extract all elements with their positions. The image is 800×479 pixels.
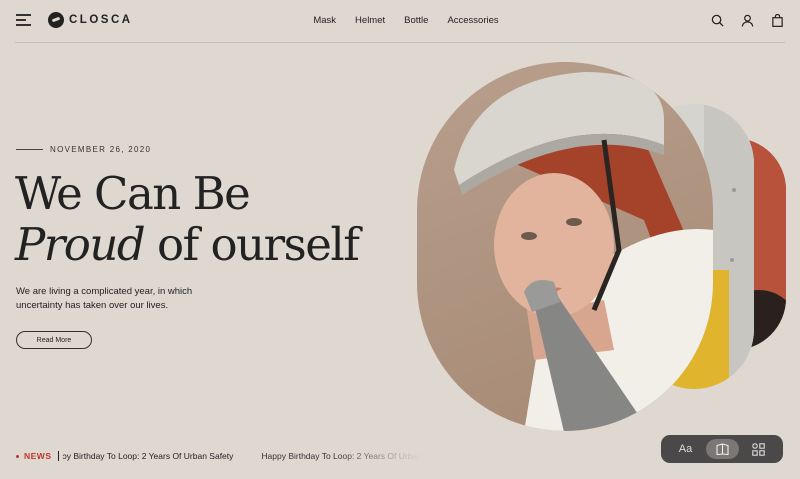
text-view-button[interactable]: Aa xyxy=(669,439,702,459)
hero-image[interactable] xyxy=(414,60,800,432)
headline: We Can Be Proud of ourself xyxy=(15,167,360,271)
book-view-button[interactable] xyxy=(705,439,739,459)
hero-description: We are living a complicated year, in whi… xyxy=(16,286,193,311)
text-size-icon: Aa xyxy=(678,443,693,455)
news-dot-icon xyxy=(16,454,19,458)
headline-line-1: We Can Be xyxy=(15,167,251,220)
search-icon[interactable] xyxy=(711,14,724,27)
nav-accessories[interactable]: Accessories xyxy=(447,15,498,26)
bag-icon[interactable] xyxy=(771,14,784,27)
nav-mask[interactable]: Mask xyxy=(313,15,336,26)
header: CLOSCA Mask Helmet Bottle Accessories xyxy=(0,0,800,43)
user-icon[interactable] xyxy=(741,14,754,27)
headline-rest: of ourself xyxy=(144,218,360,271)
grid-view-button[interactable] xyxy=(742,439,775,459)
nav-helmet[interactable]: Helmet xyxy=(355,15,385,26)
post-date: NOVEMBER 26, 2020 xyxy=(50,145,152,154)
date-divider xyxy=(16,149,43,150)
news-label: NEWS xyxy=(24,451,52,461)
grid-icon xyxy=(752,442,765,456)
read-more-button[interactable]: Read More xyxy=(16,331,92,349)
headline-line-2: Proud of ourself xyxy=(15,218,360,271)
header-actions xyxy=(711,14,784,27)
view-toolbar: Aa xyxy=(661,435,783,463)
book-icon xyxy=(715,443,729,455)
headline-italic-word: Proud xyxy=(15,218,146,271)
main-nav: Mask Helmet Bottle Accessories xyxy=(0,15,800,26)
date-row: NOVEMBER 26, 2020 xyxy=(16,145,151,154)
ticker-item[interactable]: Happy Birthday To Loop: 2 Years Of Urban xyxy=(261,451,422,461)
ticker-divider xyxy=(57,451,59,461)
header-divider xyxy=(15,42,785,43)
news-ticker: NEWS ɔy Birthday To Loop: 2 Years Of Urb… xyxy=(16,451,450,461)
ticker-item[interactable]: ɔy Birthday To Loop: 2 Years Of Urban Sa… xyxy=(63,451,234,461)
nav-bottle[interactable]: Bottle xyxy=(404,15,428,26)
portrait-image-layer xyxy=(417,62,713,431)
